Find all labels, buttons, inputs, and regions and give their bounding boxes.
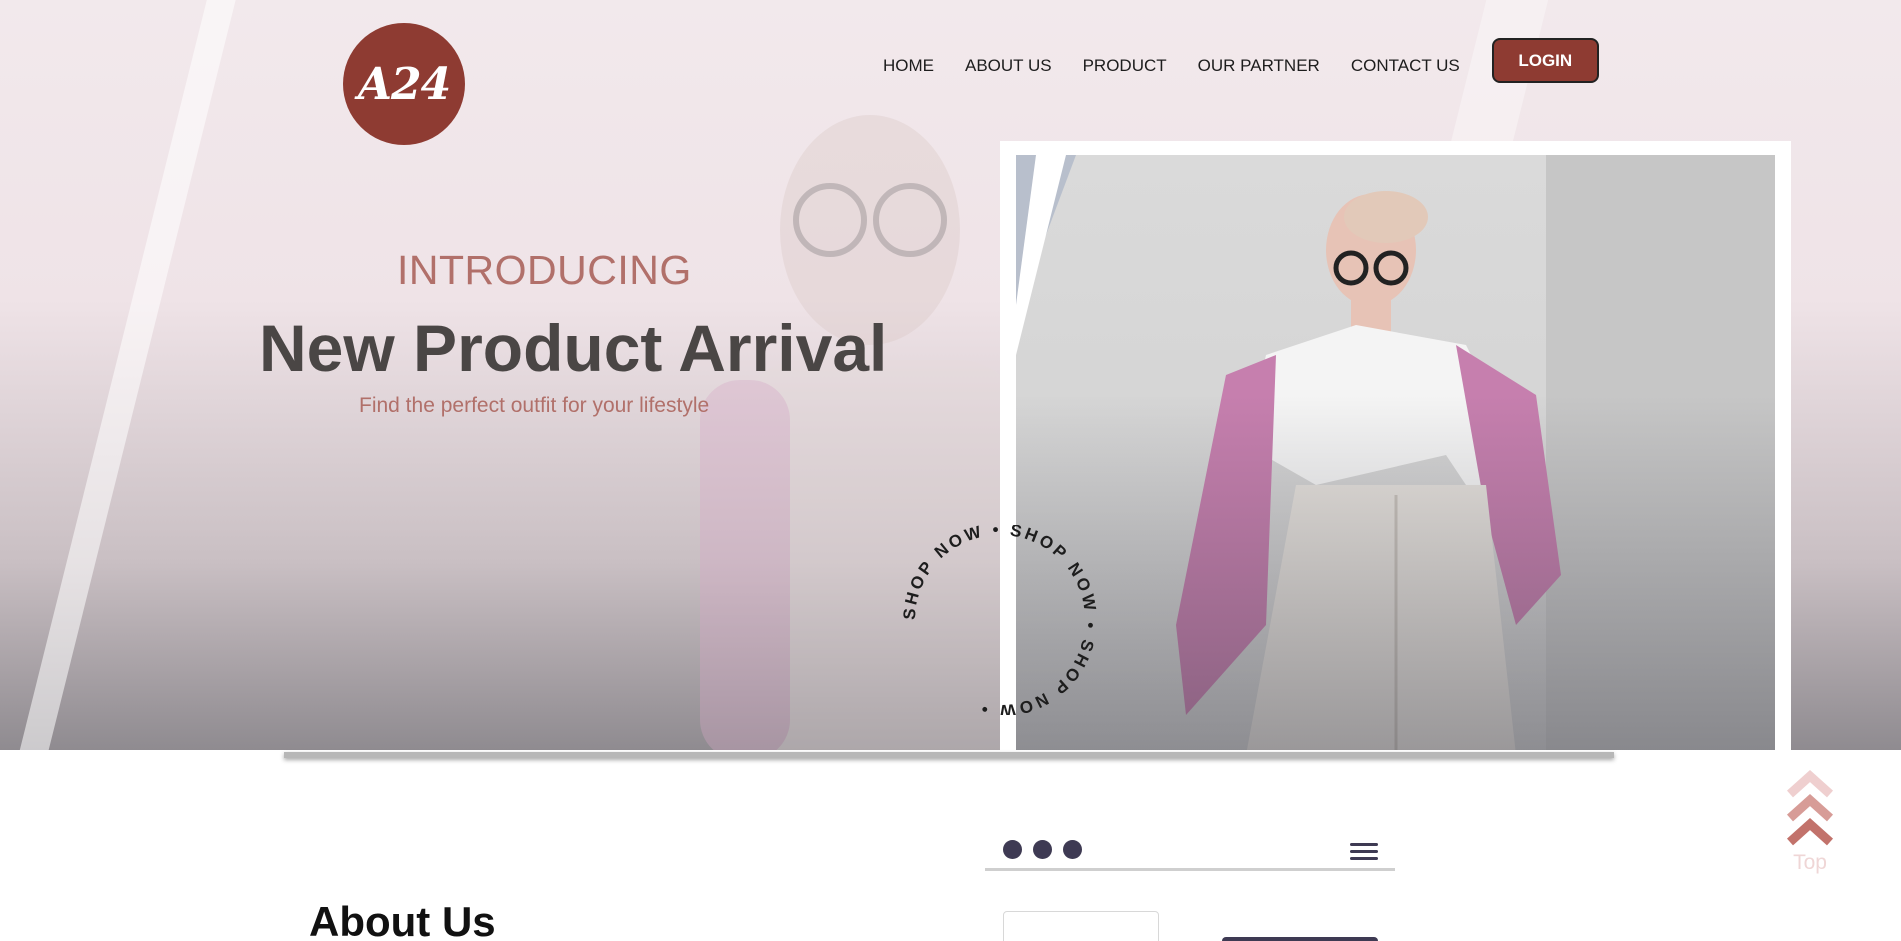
svg-text:SHOP NOW • SHOP NOW • SHOP NOW: SHOP NOW • SHOP NOW • SHOP NOW • — [900, 525, 1100, 715]
logo-text: A24 — [357, 58, 451, 110]
mockup-button — [1222, 937, 1378, 941]
product-photo — [1016, 155, 1775, 750]
hero-banner: A24 HOME ABOUT US PRODUCT OUR PARTNER CO… — [0, 0, 1901, 750]
nav-contact-us[interactable]: CONTACT US — [1351, 56, 1460, 76]
hero-subline: Find the perfect outfit for your lifesty… — [359, 394, 710, 417]
nav-product[interactable]: PRODUCT — [1083, 56, 1167, 76]
shop-now-text: SHOP NOW • SHOP NOW • SHOP NOW • — [900, 525, 1097, 715]
nav-home[interactable]: HOME — [883, 56, 934, 76]
product-photo-frame — [1000, 141, 1791, 750]
mockup-divider — [985, 868, 1395, 871]
mockup-card — [1003, 911, 1159, 941]
hero-divider — [284, 752, 1614, 758]
about-us-title: About Us — [309, 898, 496, 941]
mockup-window-dots — [1003, 840, 1082, 859]
hamburger-menu-icon[interactable] — [1350, 843, 1378, 864]
hero-kicker: INTRODUCING — [397, 247, 692, 293]
hero-headline: New Product Arrival — [259, 311, 888, 385]
nav-about-us[interactable]: ABOUT US — [965, 56, 1052, 76]
back-to-top-label: Top — [1793, 851, 1827, 874]
login-button[interactable]: LOGIN — [1491, 38, 1599, 83]
dot-icon — [1063, 840, 1082, 859]
dot-icon — [1003, 840, 1022, 859]
photo-shade — [1016, 395, 1775, 750]
chevrons-up-icon — [1786, 769, 1834, 846]
brand-logo[interactable]: A24 — [343, 23, 465, 145]
main-nav: HOME ABOUT US PRODUCT OUR PARTNER CONTAC… — [883, 38, 1599, 83]
back-to-top-button[interactable]: Top — [1780, 766, 1840, 875]
decorative-stripe — [6, 0, 242, 750]
nav-our-partner[interactable]: OUR PARTNER — [1198, 56, 1320, 76]
shop-now-circle-badge[interactable]: SHOP NOW • SHOP NOW • SHOP NOW • — [895, 525, 1105, 715]
dot-icon — [1033, 840, 1052, 859]
